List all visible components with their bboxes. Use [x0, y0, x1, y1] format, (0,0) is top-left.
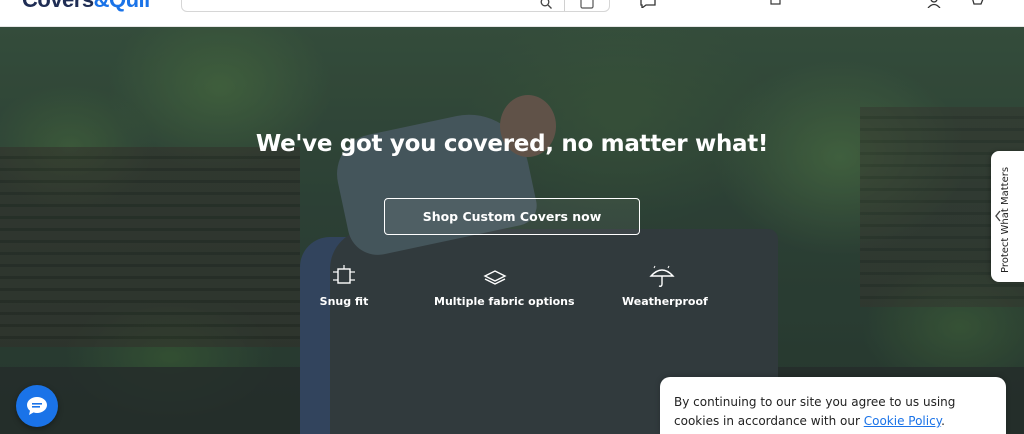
umbrella-icon — [649, 265, 675, 287]
feature-label: Weatherproof — [622, 295, 708, 308]
side-tab-label: Protect What Matters — [1000, 166, 1011, 273]
feature-label: Snug fit — [319, 295, 369, 308]
feature-snug-fit: Snug fit — [314, 264, 374, 308]
cookie-policy-link[interactable]: Cookie Policy — [864, 414, 941, 428]
truck-icon[interactable] — [770, 0, 786, 8]
search-input[interactable] — [181, 0, 610, 12]
search-divider — [564, 0, 565, 11]
site-logo[interactable]: Covers&Quil — [22, 0, 151, 12]
account-icon[interactable] — [926, 0, 942, 8]
cart-icon[interactable] — [968, 0, 984, 8]
feature-weatherproof: Weatherproof — [622, 264, 708, 308]
search-icon[interactable] — [540, 0, 552, 9]
snug-fit-icon — [333, 265, 355, 284]
feature-label: Multiple fabric options — [434, 295, 575, 308]
feature-fabric-options: Multiple fabric options — [434, 264, 575, 308]
chat-bubble-icon — [27, 397, 47, 415]
chat-icon[interactable] — [640, 0, 656, 8]
cookie-banner: By continuing to our site you agree to u… — [660, 377, 1006, 434]
site-header: Covers&Quil — [0, 0, 1024, 27]
logo-accent-text: &Quil — [94, 0, 151, 12]
hero-banner: We've got you covered, no matter what! S… — [0, 27, 1024, 434]
fabric-icon — [483, 270, 507, 285]
shop-custom-covers-button[interactable]: Shop Custom Covers now — [384, 198, 640, 235]
hero-title: We've got you covered, no matter what! — [255, 131, 769, 157]
camera-search-icon[interactable] — [580, 0, 594, 9]
logo-main-text: Covers — [22, 0, 94, 12]
protect-what-matters-tab[interactable]: Protect What Matters — [991, 151, 1024, 282]
chat-button[interactable] — [16, 385, 58, 427]
cookie-text-suffix: . — [941, 414, 945, 428]
